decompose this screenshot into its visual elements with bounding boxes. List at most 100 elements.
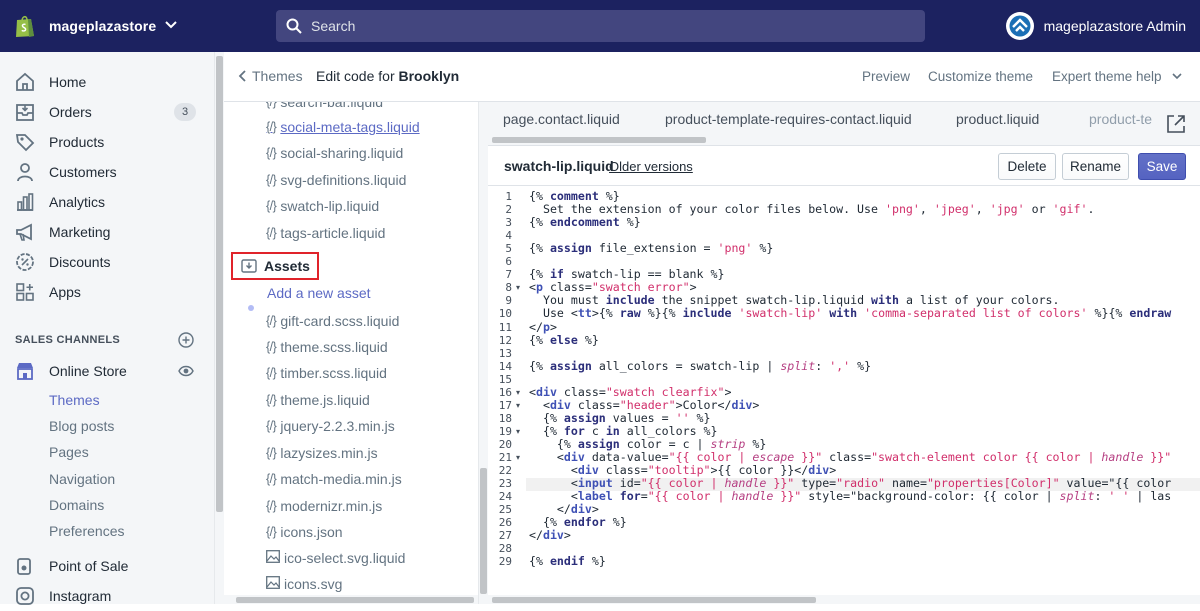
code-line: {% assign values = '' %} — [529, 410, 711, 425]
sidebar-subitem-pages[interactable]: Pages — [49, 444, 89, 460]
store-switcher[interactable]: mageplazastore — [14, 0, 177, 52]
store-name: mageplazastore — [49, 18, 157, 34]
file-item[interactable]: {/} svg-definitions.liquid — [266, 170, 406, 190]
eye-icon[interactable] — [178, 364, 194, 378]
line-number: 15 — [498, 372, 512, 386]
file-tree-scrollbar-thumb[interactable] — [480, 468, 487, 594]
older-versions-link[interactable]: Older versions — [609, 159, 693, 174]
sidebar-subitem-blog-posts[interactable]: Blog posts — [49, 418, 114, 434]
file-item[interactable]: {/} modernizr.min.js — [266, 496, 382, 516]
customize-theme-link[interactable]: Customize theme — [928, 69, 1033, 84]
sales-channels-heading: SALES CHANNELS — [15, 334, 121, 346]
file-item[interactable]: {/} theme.js.liquid — [266, 390, 370, 410]
line-number: 25 — [498, 503, 512, 517]
file-tree: {/} search-bar.liquid {/} social-meta-tags… — [224, 102, 478, 604]
code-line: You must include the snippet swatch-lip.… — [529, 293, 1060, 308]
sidebar-item-products[interactable]: Products — [0, 127, 214, 157]
line-number: 6 — [505, 255, 512, 269]
chevron-down-icon — [1172, 73, 1182, 80]
file-item[interactable]: {/} icons.json — [266, 522, 343, 542]
tab-page-contact[interactable]: page.contact.liquid — [503, 111, 620, 127]
sidebar-subitem-preferences[interactable]: Preferences — [49, 523, 124, 539]
file-item[interactable]: {/} theme.scss.liquid — [266, 337, 388, 357]
code-line: <p class="swatch error"> — [529, 280, 697, 295]
file-item-active[interactable]: {/} swatch-lip.liquid — [266, 196, 379, 216]
assets-label: Assets — [264, 258, 310, 274]
avatar — [1005, 12, 1034, 40]
save-button[interactable]: Save — [1138, 153, 1186, 180]
file-item[interactable]: {/} tags-article.liquid — [266, 223, 385, 243]
fold-caret-icon[interactable]: ▾ — [516, 427, 520, 436]
sidebar-item-analytics[interactable]: Analytics — [0, 187, 214, 217]
file-item[interactable]: {/} jquery-2.2.3.min.js — [266, 416, 395, 436]
sidebar-subitem-themes[interactable]: Themes — [49, 392, 100, 408]
sidebar-subitem-navigation[interactable]: Navigation — [49, 471, 115, 487]
code-line: {% assign color = c | strip %} — [529, 436, 767, 451]
line-number: 1 — [505, 190, 512, 203]
tab-product-template[interactable]: product-te — [1089, 111, 1152, 127]
sidebar-subitem-domains[interactable]: Domains — [49, 497, 104, 513]
line-number: 26 — [498, 516, 512, 530]
expert-help-label: Expert theme help — [1052, 69, 1162, 84]
sidebar-item-discounts[interactable]: Discounts — [0, 247, 214, 277]
file-item[interactable]: {/} social-sharing.liquid — [266, 143, 403, 163]
code-line: </div> — [529, 528, 571, 543]
file-item[interactable]: ico-select.svg.liquid — [266, 548, 405, 568]
line-number-gutter: 1 2 3 4 5 6 7 8 ▾ 9 10 11 12 13 14 15 16 ▾ 17 ▾ 18 19 ▾ 20 21 ▾ 22… — [488, 186, 526, 604]
sidebar-item-marketing[interactable]: Marketing — [0, 217, 214, 247]
file-tree-horizontal-thumb[interactable] — [236, 597, 474, 603]
rename-button[interactable]: Rename — [1062, 153, 1129, 180]
fold-caret-icon[interactable]: ▾ — [516, 283, 520, 292]
sidebar-item-label: Customers — [49, 164, 117, 180]
expand-icon[interactable] — [1166, 114, 1186, 134]
liquid-file-icon: {/} — [266, 120, 277, 134]
add-channel-icon[interactable] — [178, 332, 194, 348]
search-input[interactable]: Search — [276, 10, 925, 42]
code-horizontal-thumb[interactable] — [492, 597, 816, 603]
file-toolbar: swatch-lip.liquid Older versions Delete … — [488, 146, 1200, 186]
file-item[interactable]: {/} gift-card.scss.liquid — [266, 311, 399, 331]
account-menu[interactable]: mageplazastore Admin — [1005, 0, 1186, 52]
code-editor[interactable]: 1 2 3 4 5 6 7 8 ▾ 9 10 11 12 13 14 15 16 ▾ 17 ▾ 18 19 ▾ 20 21 ▾ 22… — [488, 186, 1200, 604]
sidebar-item-label: Point of Sale — [49, 558, 129, 574]
tab-product-template-requires-contact[interactable]: product-template-requires-contact.liquid — [665, 111, 912, 127]
home-icon — [16, 72, 34, 91]
file-item[interactable]: icons.svg — [266, 574, 342, 594]
top-bar: mageplazastore Search mageplazastore Adm… — [0, 0, 1200, 52]
tab-product[interactable]: product.liquid — [956, 111, 1039, 127]
code-line: {% else %} — [529, 332, 599, 347]
liquid-file-icon: {/} — [266, 499, 277, 513]
expert-theme-help-link[interactable]: Expert theme help — [1052, 69, 1182, 84]
liquid-file-icon: {/} — [266, 146, 277, 160]
liquid-file-icon: {/} — [266, 366, 277, 380]
fold-caret-icon[interactable]: ▾ — [516, 453, 520, 462]
file-item[interactable]: {/} social-meta-tags.liquid — [266, 117, 420, 137]
sidebar-item-instagram[interactable]: Instagram — [0, 581, 214, 611]
line-number: 5 — [505, 242, 512, 256]
sidebar-item-label: Instagram — [49, 588, 112, 604]
liquid-file-icon: {/} — [266, 226, 277, 240]
code-line: <div class="header">Color</div> — [529, 397, 760, 412]
sidebar-scrollbar-thumb[interactable] — [216, 56, 223, 512]
tabs-scrollbar-thumb[interactable] — [492, 137, 706, 143]
delete-button[interactable]: Delete — [998, 153, 1056, 180]
assets-folder-heading[interactable]: Assets — [231, 252, 319, 280]
sidebar-item-customers[interactable]: Customers — [0, 157, 214, 187]
sidebar-item-point-of-sale[interactable]: Point of Sale — [0, 551, 214, 581]
file-item[interactable]: {/} timber.scss.liquid — [266, 363, 387, 383]
bar-chart-icon — [17, 193, 34, 211]
fold-caret-icon[interactable]: ▾ — [516, 401, 520, 410]
sidebar-item-apps[interactable]: Apps — [0, 277, 214, 307]
fold-caret-icon[interactable]: ▾ — [516, 388, 520, 397]
file-item[interactable]: {/} search-bar.liquid — [266, 102, 383, 112]
file-item[interactable]: {/} lazysizes.min.js — [266, 443, 378, 463]
back-to-themes-link[interactable]: Themes — [238, 68, 303, 84]
code-line: Use <tt>{% raw %}{% include 'swatch-lip'… — [529, 306, 1172, 321]
add-asset-link[interactable]: Add a new asset — [267, 285, 371, 301]
sidebar-item-label: Online Store — [49, 363, 127, 379]
preview-link[interactable]: Preview — [862, 69, 910, 84]
liquid-file-icon: {/} — [266, 419, 277, 433]
sidebar-item-home[interactable]: Home — [0, 67, 214, 97]
sidebar-item-orders[interactable]: Orders 3 — [0, 97, 214, 127]
file-item[interactable]: {/} match-media.min.js — [266, 469, 402, 489]
